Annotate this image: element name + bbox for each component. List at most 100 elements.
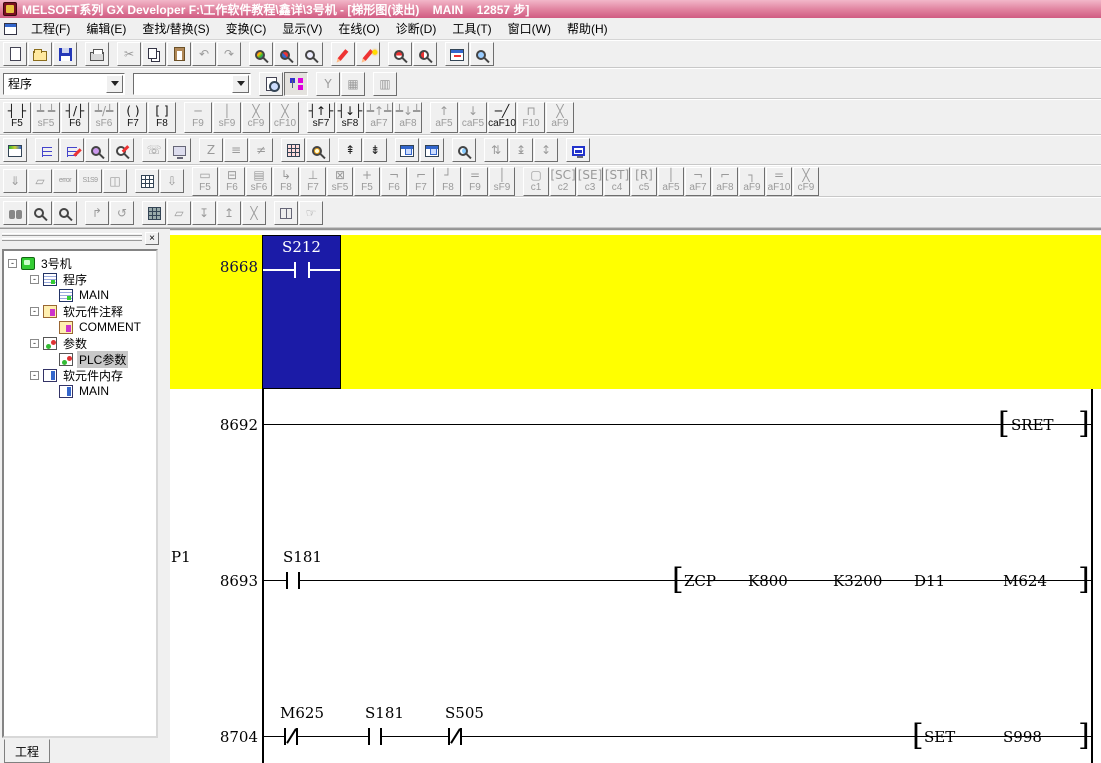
menu-item[interactable]: 诊断(D) [388,18,445,39]
sfc-end-step-button[interactable]: ▤ sF6 [246,166,272,196]
sfc-r-button[interactable]: [R] c5 [631,166,657,196]
ladder-editor[interactable]: S212 8668 8692 [ SRET ] P1 8693 S181 [Z… [170,229,1101,763]
open-contact-button[interactable]: ┤ ├ F5 [3,101,31,133]
cascade-button[interactable]: ▱ [167,200,191,225]
expand-all-button[interactable]: ⇟ [363,138,387,162]
instruction-operand[interactable]: S998 [1003,728,1042,746]
insert-row-above-button[interactable]: ⇅ [484,138,508,162]
block-list-button[interactable]: ◫ [103,169,127,193]
comment-display-button[interactable] [35,138,59,162]
instruction-operand[interactable]: M624 [1003,572,1047,590]
sfc-dummy-step-button[interactable]: ⊠ sF5 [327,166,353,196]
undo-button[interactable]: ↶ [192,42,216,66]
vertical-line-button[interactable]: │ sF9 [213,101,241,133]
find-instruction-button[interactable] [274,42,298,66]
sfc-sc-button[interactable]: [SC] c2 [550,166,576,196]
tree-item-device-memory-main[interactable]: MAIN [4,383,156,399]
parallel-falling-pulse-button[interactable]: ┷↓┷ aF8 [394,101,422,133]
invert-operation-button[interactable]: ─╱ caF10 [488,101,516,133]
rising-result-button[interactable]: ↑ aF5 [430,101,458,133]
tree-item-comment[interactable]: COMMENT [4,319,156,335]
device-comment-edit-button[interactable] [331,42,355,66]
sfc-af10-button[interactable]: = aF10 [766,166,792,196]
closed-contact[interactable] [284,728,298,745]
jump-history-button[interactable]: ↺ [110,200,134,225]
print-button[interactable] [85,42,109,66]
sfc-selection-convergence-button[interactable]: ┘ F8 [435,166,461,196]
line-statement-down-button[interactable]: ↧ [192,200,216,225]
open-project-button[interactable] [28,42,52,66]
falling-result-button[interactable]: ↓ caF5 [459,101,487,133]
expander-icon[interactable]: - [30,274,39,284]
closed-contact[interactable] [448,728,462,745]
cascade-windows-button[interactable]: ▱ [28,169,52,193]
menu-item[interactable]: 显示(V) [274,18,330,39]
program-type-combobox[interactable]: 程序 [3,72,125,95]
check-program-button[interactable]: ▥ [373,71,397,96]
block-down-button[interactable]: ⇩ [160,169,184,193]
menu-item[interactable]: 变换(C) [218,18,275,39]
find-string-button[interactable] [299,42,323,66]
statement-edit-button[interactable] [356,42,380,66]
tree-item-plc-parameter[interactable]: PLC参数 [4,350,156,368]
cut-button[interactable]: ✂ [117,42,141,66]
closed-contact-button[interactable]: ┤/├ F6 [61,101,89,133]
program-monitor-button[interactable] [470,42,494,66]
scroll-hand-button[interactable]: ☞ [299,200,323,225]
insert-row-below-button[interactable]: ↨ [509,138,533,162]
delete-horizontal-line-button[interactable]: ╳ cF9 [242,101,270,133]
instruction-operand[interactable]: D11 [914,572,945,590]
alias-display-button[interactable] [85,138,109,162]
line-statement-delete-button[interactable]: ╳ [242,200,266,225]
sfc-st-button[interactable]: [ST] c4 [604,166,630,196]
expander-icon[interactable]: - [30,306,39,316]
online-program-change-button[interactable] [452,138,476,162]
sfc-block-start-step-button[interactable]: ⊟ F6 [219,166,245,196]
instruction-list-button[interactable]: Y [316,71,340,96]
menu-item[interactable]: 查找/替换(S) [134,18,217,39]
sfc-step-button[interactable]: ▭ F5 [192,166,218,196]
open-contact[interactable] [286,572,300,589]
block-monitor-button[interactable] [142,200,166,225]
instruction-opcode[interactable]: SRET [1011,416,1054,434]
open-contact[interactable] [368,728,382,745]
instruction-opcode[interactable]: SET [924,728,955,746]
horizontal-line-button[interactable]: ─ F9 [184,101,212,133]
chevron-down-icon[interactable] [232,74,249,93]
device-use-list-button[interactable]: ▦ [341,71,365,96]
line-edit-button[interactable]: ⊓ F10 [517,101,545,133]
remote-operation-button[interactable]: ☏ [142,138,166,162]
project-tab[interactable]: 工程 [4,739,50,763]
sfc-simultaneous-convergence-button[interactable]: = F9 [462,166,488,196]
delete-row-button[interactable]: ↕ [534,138,558,162]
menu-item[interactable]: 在线(O) [330,18,387,39]
registered-device-button[interactable] [274,200,298,225]
error-list-button[interactable]: error [53,169,77,193]
tree-item-program-main[interactable]: MAIN [4,287,156,303]
sfc-af9-button[interactable]: ┐ aF9 [739,166,765,196]
transfer-setup-button[interactable] [445,42,469,66]
sfc-delete-button[interactable]: ╳ cF9 [793,166,819,196]
sfc-af5-button[interactable]: │ aF5 [658,166,684,196]
paste-button[interactable] [167,42,191,66]
menu-item[interactable]: 窗口(W) [500,18,559,39]
expander-icon[interactable]: - [30,370,39,380]
find-previous-button[interactable] [53,200,77,225]
sfc-af8-button[interactable]: ⌐ aF8 [712,166,738,196]
parallel-rising-pulse-button[interactable]: ┷↑┷ aF7 [365,101,393,133]
menu-item[interactable]: 帮助(H) [559,18,616,39]
tree-item-parameter-folder[interactable]: - 参数 [4,335,156,351]
sfc-simultaneous-divergence-button[interactable]: ⌐ F7 [408,166,434,196]
instruction-operand[interactable]: K800 [748,572,788,590]
tree-item-program-folder[interactable]: - 程序 [4,271,156,287]
tree-item-comment-folder[interactable]: - 软元件注释 [4,303,156,319]
falling-pulse-button[interactable]: ┤↓├ sF8 [336,101,364,133]
sampling-trace-button[interactable]: Z [199,138,223,162]
panel-splitter[interactable] [160,229,170,763]
find-device-combobox[interactable] [133,72,251,95]
instruction-operand[interactable]: K3200 [833,572,882,590]
instruction-opcode[interactable]: ZCP [684,572,716,590]
monitor-test-button[interactable] [167,138,191,162]
entry-ladder-monitor-button[interactable]: ≡ [224,138,248,162]
sfc-transition-button[interactable]: ⊥ F7 [300,166,326,196]
